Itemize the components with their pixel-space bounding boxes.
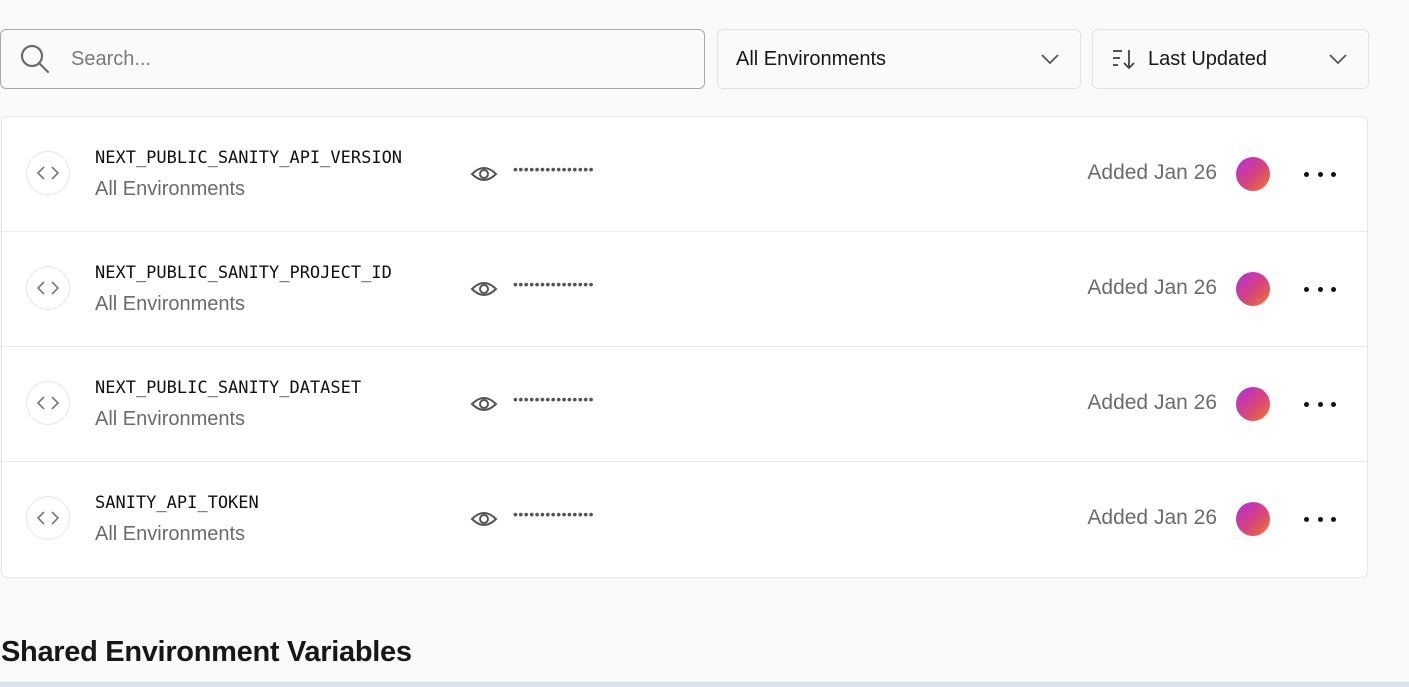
code-icon <box>26 266 70 310</box>
more-options-button[interactable] <box>1304 282 1336 296</box>
environment-filter-select[interactable]: All Environments <box>717 29 1081 89</box>
env-var-environment: All Environments <box>95 523 246 545</box>
environment-filter-label: All Environments <box>736 47 887 70</box>
sort-select[interactable]: Last Updated <box>1092 29 1369 89</box>
more-options-button[interactable] <box>1304 512 1336 526</box>
more-options-button[interactable] <box>1304 397 1336 411</box>
masked-value: ••••••••••••••• <box>513 276 595 292</box>
env-var-row[interactable]: NEXT_PUBLIC_SANITY_API_VERSION All Envir… <box>2 117 1367 232</box>
masked-value: ••••••••••••••• <box>513 161 595 177</box>
eye-icon[interactable] <box>470 508 498 530</box>
eye-icon[interactable] <box>470 278 498 300</box>
env-var-name: NEXT_PUBLIC_SANITY_PROJECT_ID <box>95 263 392 283</box>
bottom-divider <box>0 682 1409 687</box>
avatar <box>1236 157 1270 191</box>
search-icon <box>20 44 50 74</box>
eye-icon[interactable] <box>470 163 498 185</box>
eye-icon[interactable] <box>470 393 498 415</box>
masked-value: ••••••••••••••• <box>513 506 595 522</box>
env-var-row[interactable]: NEXT_PUBLIC_SANITY_DATASET All Environme… <box>2 347 1367 462</box>
added-date: Added Jan 26 <box>1087 391 1217 414</box>
env-var-row[interactable]: SANITY_API_TOKEN All Environments ••••••… <box>2 462 1367 576</box>
masked-value: ••••••••••••••• <box>513 391 595 407</box>
sort-icon <box>1113 50 1135 70</box>
chevron-down-icon <box>1041 54 1059 65</box>
code-icon <box>26 496 70 540</box>
code-icon <box>26 151 70 195</box>
shared-env-vars-heading: Shared Environment Variables <box>1 636 412 668</box>
more-options-button[interactable] <box>1304 167 1336 181</box>
code-icon <box>26 381 70 425</box>
chevron-down-icon <box>1329 54 1347 65</box>
env-var-environment: All Environments <box>95 408 246 430</box>
env-var-environment: All Environments <box>95 178 246 200</box>
avatar <box>1236 502 1270 536</box>
added-date: Added Jan 26 <box>1087 506 1217 529</box>
env-vars-page: All Environments Last Updated NEXT_PUBLI… <box>0 0 1409 687</box>
env-var-name: SANITY_API_TOKEN <box>95 493 259 513</box>
avatar <box>1236 272 1270 306</box>
env-var-list: NEXT_PUBLIC_SANITY_API_VERSION All Envir… <box>1 116 1368 578</box>
added-date: Added Jan 26 <box>1087 161 1217 184</box>
env-var-environment: All Environments <box>95 293 246 315</box>
env-var-row[interactable]: NEXT_PUBLIC_SANITY_PROJECT_ID All Enviro… <box>2 232 1367 347</box>
search-box[interactable] <box>0 29 705 89</box>
avatar <box>1236 387 1270 421</box>
env-var-name: NEXT_PUBLIC_SANITY_DATASET <box>95 378 362 398</box>
sort-label: Last Updated <box>1148 47 1267 70</box>
env-var-name: NEXT_PUBLIC_SANITY_API_VERSION <box>95 148 403 168</box>
added-date: Added Jan 26 <box>1087 276 1217 299</box>
search-input[interactable] <box>69 46 633 72</box>
